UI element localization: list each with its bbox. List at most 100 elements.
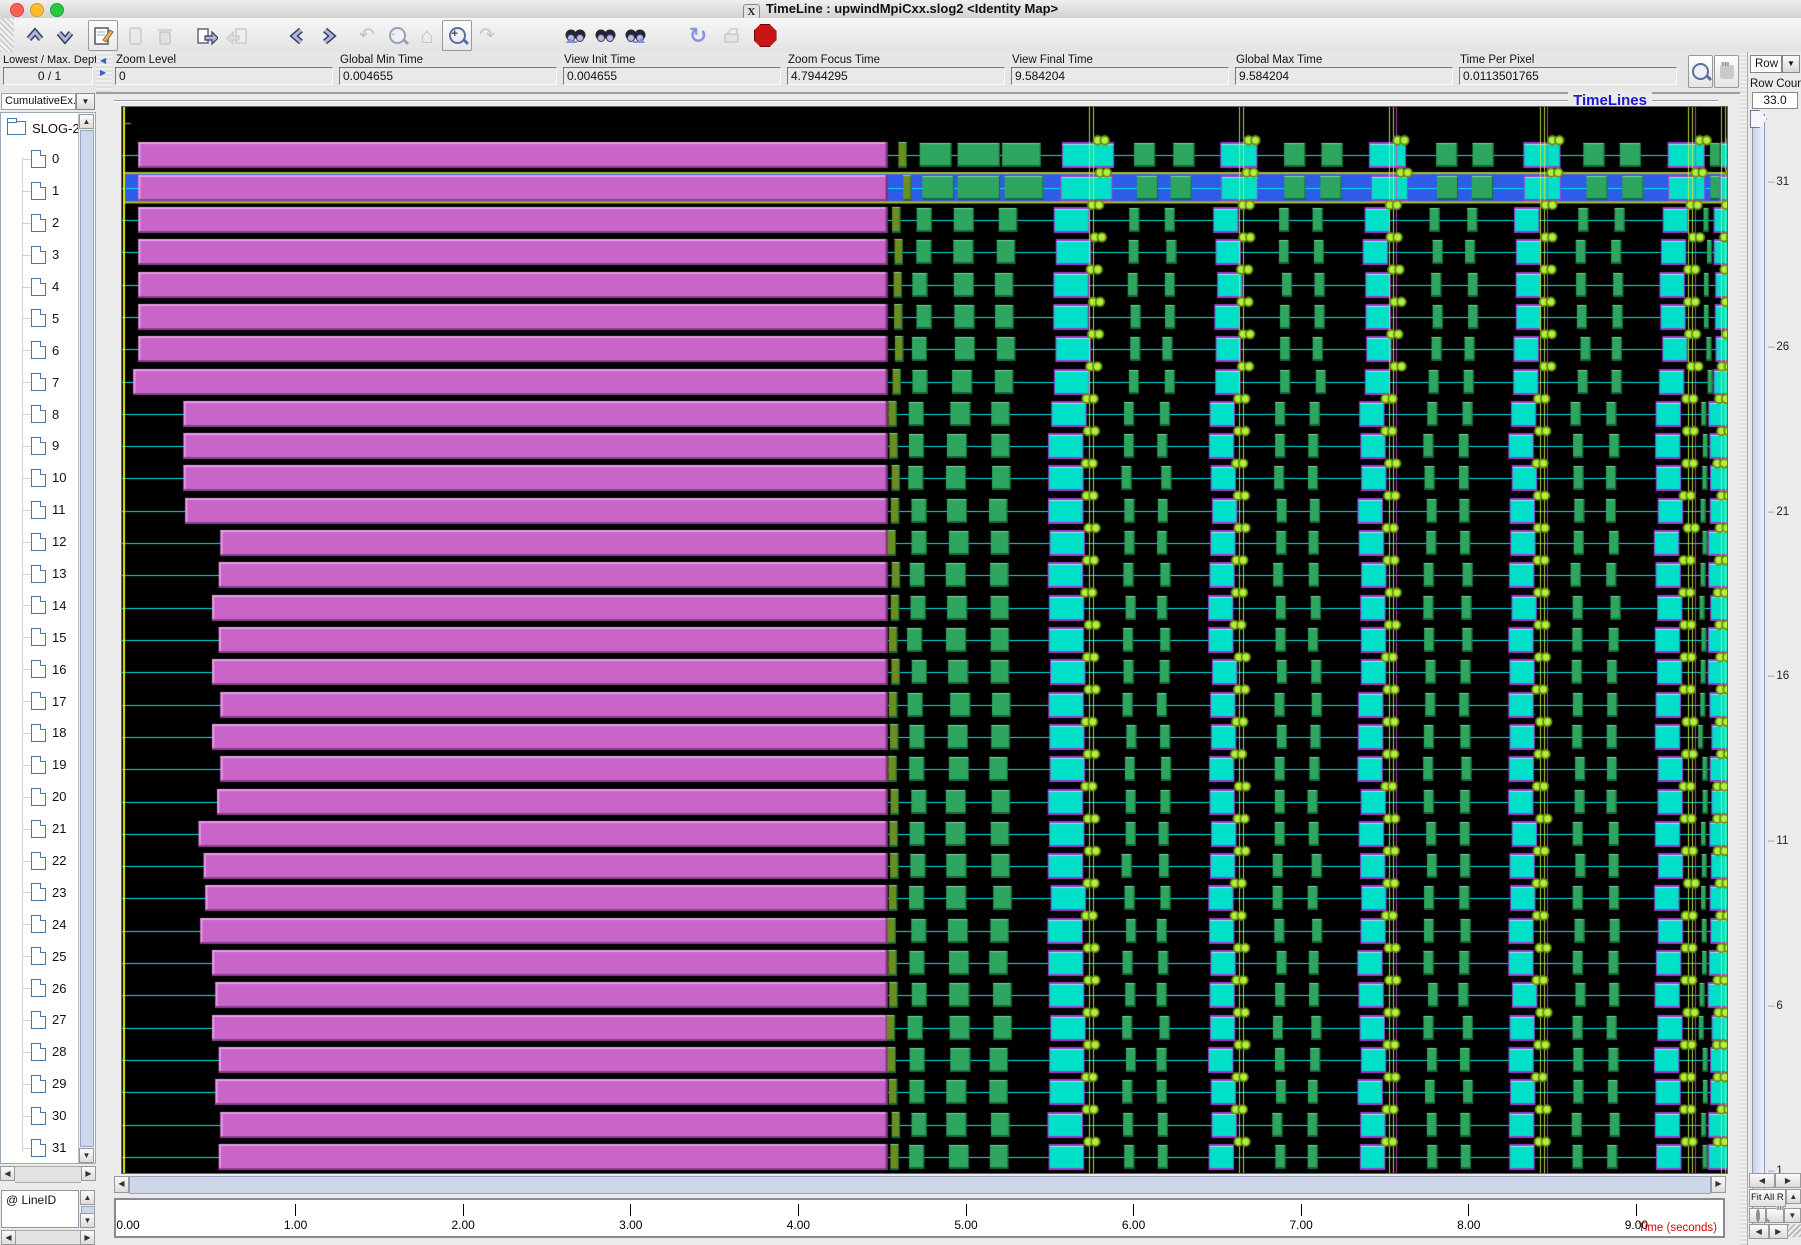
scroll-down-arrow-icon[interactable]: ▼	[79, 1148, 94, 1163]
zoom-mode-button[interactable]	[1688, 55, 1713, 88]
scroll-left-arrow-icon[interactable]: ◀	[0, 1166, 15, 1181]
splitter-collapse-icon[interactable]: ◀	[100, 56, 106, 65]
refresh-icon: ↻	[689, 25, 707, 47]
pan-left-button[interactable]	[283, 20, 313, 51]
tree-vertical-scrollbar[interactable]: ▲ ▼	[78, 114, 94, 1163]
window-resize-grip[interactable]	[1788, 1224, 1801, 1237]
stop-button[interactable]	[750, 20, 780, 51]
row-scroll-down-button[interactable]: ▼	[1784, 1208, 1801, 1223]
document-icon	[31, 724, 46, 742]
scroll-right-arrow-icon[interactable]: ▶	[81, 1166, 96, 1181]
binoculars-icon	[593, 26, 617, 46]
row-zoom-mode-button[interactable]	[1749, 1208, 1766, 1223]
time-field-value[interactable]: 9.584204	[1011, 67, 1229, 85]
edit-button[interactable]	[88, 20, 118, 51]
time-ruler[interactable]: 0.00 1.00 2.00 3.00	[114, 1198, 1725, 1238]
row-scroll-left-button[interactable]: ◀	[1749, 1173, 1775, 1188]
search-button[interactable]	[590, 20, 620, 51]
right-panel-splitter[interactable]	[1740, 52, 1747, 1245]
scroll-up-arrow-icon[interactable]: ▲	[80, 1190, 95, 1205]
ruler-tick: 8.00	[1449, 1204, 1489, 1232]
hand-mode-button[interactable]	[1714, 55, 1739, 88]
view-mode-dropdown[interactable]: CumulativeEx... ▼	[1, 93, 95, 110]
tree-item-label: 0	[52, 151, 59, 166]
time-field-value[interactable]: 0.004655	[563, 67, 781, 85]
tree-item-label: 9	[52, 438, 59, 453]
scroll-up-arrow-icon[interactable]: ▲	[79, 114, 94, 129]
scroll-left-arrow-icon[interactable]: ◀	[1, 1230, 16, 1245]
row-pan-right-button[interactable]: ▶	[1769, 1224, 1789, 1239]
slider-tick-label: –21	[1768, 506, 1789, 518]
lineid-horizontal-scrollbar[interactable]: ◀ ▶	[1, 1230, 95, 1245]
search-forward-button[interactable]	[620, 20, 650, 51]
time-field-value[interactable]: 0.0113501765	[1459, 67, 1677, 85]
toolbar-drag-handle[interactable]	[0, 18, 14, 52]
search-backward-button[interactable]	[560, 20, 590, 51]
home-icon: ⌂	[420, 25, 433, 47]
row-count-value[interactable]: 33.0	[1752, 92, 1798, 109]
row-adjustment-slider[interactable]	[1752, 114, 1765, 1230]
delete-button[interactable]	[150, 20, 180, 51]
tree-scrollbar-thumb[interactable]	[80, 130, 94, 1147]
window-titlebar: XTimeLine : upwindMpiCxx.slog2 <Identity…	[0, 0, 1801, 19]
timeline-canvas[interactable]	[121, 106, 1728, 1174]
scroll-left-arrow-icon[interactable]: ◀	[114, 1176, 129, 1193]
view-mode-value[interactable]: CumulativeEx...	[1, 93, 76, 110]
depth-value[interactable]: 0 / 1	[3, 67, 93, 85]
scroll-down-arrow-icon[interactable]: ▼	[80, 1213, 95, 1228]
splitter-expand-icon[interactable]: ▶	[100, 68, 106, 77]
zoom-home-button[interactable]: ⌂	[412, 20, 442, 51]
zoom-in-button[interactable]: +	[442, 20, 472, 51]
lineid-panel: @ LineID ▲ ▼ ◀ ▶	[0, 1185, 96, 1245]
tree-item-label: 25	[52, 949, 66, 964]
tick-mark	[630, 1204, 631, 1216]
tree-item-label: 3	[52, 247, 59, 262]
paste-button[interactable]	[120, 20, 150, 51]
document-icon	[31, 405, 46, 423]
time-field-value[interactable]: 9.584204	[1235, 67, 1453, 85]
document-icon	[31, 533, 46, 551]
row-scroll-up-button[interactable]: ▲	[1786, 1189, 1801, 1204]
zoom-out-button[interactable]: -	[382, 20, 412, 51]
dropdown-arrow-icon[interactable]: ▼	[1782, 55, 1800, 73]
row-pan-left-button[interactable]: ◀	[1749, 1224, 1769, 1239]
scroll-down-button[interactable]	[50, 20, 80, 51]
scroll-up-button[interactable]	[20, 20, 50, 51]
scroll-right-arrow-icon[interactable]: ▶	[1711, 1176, 1726, 1193]
lineid-vertical-scrollbar[interactable]: ▲ ▼	[80, 1190, 95, 1228]
jumpshot-timeline-window: { "window": { "title": "TimeLine : upwin…	[0, 0, 1801, 1245]
redo-icon: ↷	[479, 26, 495, 45]
timeline-panel: TimeLines ◀ ▶ 0.00 1.00 2.00	[112, 92, 1740, 1245]
redo-zoom-button[interactable]: ↷	[472, 20, 502, 51]
row-dropdown-value[interactable]: Row	[1750, 55, 1782, 73]
timeline-hscroll-thumb[interactable]	[129, 1176, 1711, 1194]
print-button[interactable]	[716, 20, 746, 51]
tree-item-label: 24	[52, 917, 66, 932]
pan-right-button[interactable]	[313, 20, 343, 51]
time-field-value[interactable]: 4.7944295	[787, 67, 1005, 85]
lineid-hscroll-track[interactable]	[16, 1230, 80, 1245]
row-scroll-right-button[interactable]: ▶	[1775, 1173, 1801, 1188]
document-icon	[31, 309, 46, 327]
tree-item-label: 28	[52, 1044, 66, 1059]
fit-all-rows-button[interactable]: Fit All R	[1749, 1189, 1786, 1207]
lineid-label[interactable]: @ LineID	[1, 1190, 79, 1228]
timeline-horizontal-scrollbar[interactable]: ◀ ▶	[114, 1176, 1726, 1194]
refresh-button[interactable]: ↻	[683, 20, 713, 51]
row-dropdown[interactable]: Row ▼	[1750, 55, 1800, 73]
export-button[interactable]	[192, 20, 222, 51]
scroll-right-arrow-icon[interactable]: ▶	[80, 1230, 95, 1245]
tree-hscroll-track[interactable]	[15, 1166, 81, 1183]
tree-item-label: 19	[52, 757, 66, 772]
document-icon	[31, 852, 46, 870]
timelines-border-tick	[1656, 100, 1666, 101]
tree-horizontal-scrollbar[interactable]: ◀ ▶	[0, 1166, 96, 1183]
tree-item-label: 22	[52, 853, 66, 868]
dropdown-arrow-icon[interactable]: ▼	[76, 93, 95, 110]
time-field-value[interactable]: 0.004655	[339, 67, 557, 85]
import-button[interactable]	[222, 20, 252, 51]
tree-item-label: 17	[52, 694, 66, 709]
undo-zoom-button[interactable]: ↶	[352, 20, 382, 51]
time-field-value[interactable]: 0	[115, 67, 333, 85]
sidebar-splitter[interactable]: ◀ ▶	[96, 52, 112, 92]
